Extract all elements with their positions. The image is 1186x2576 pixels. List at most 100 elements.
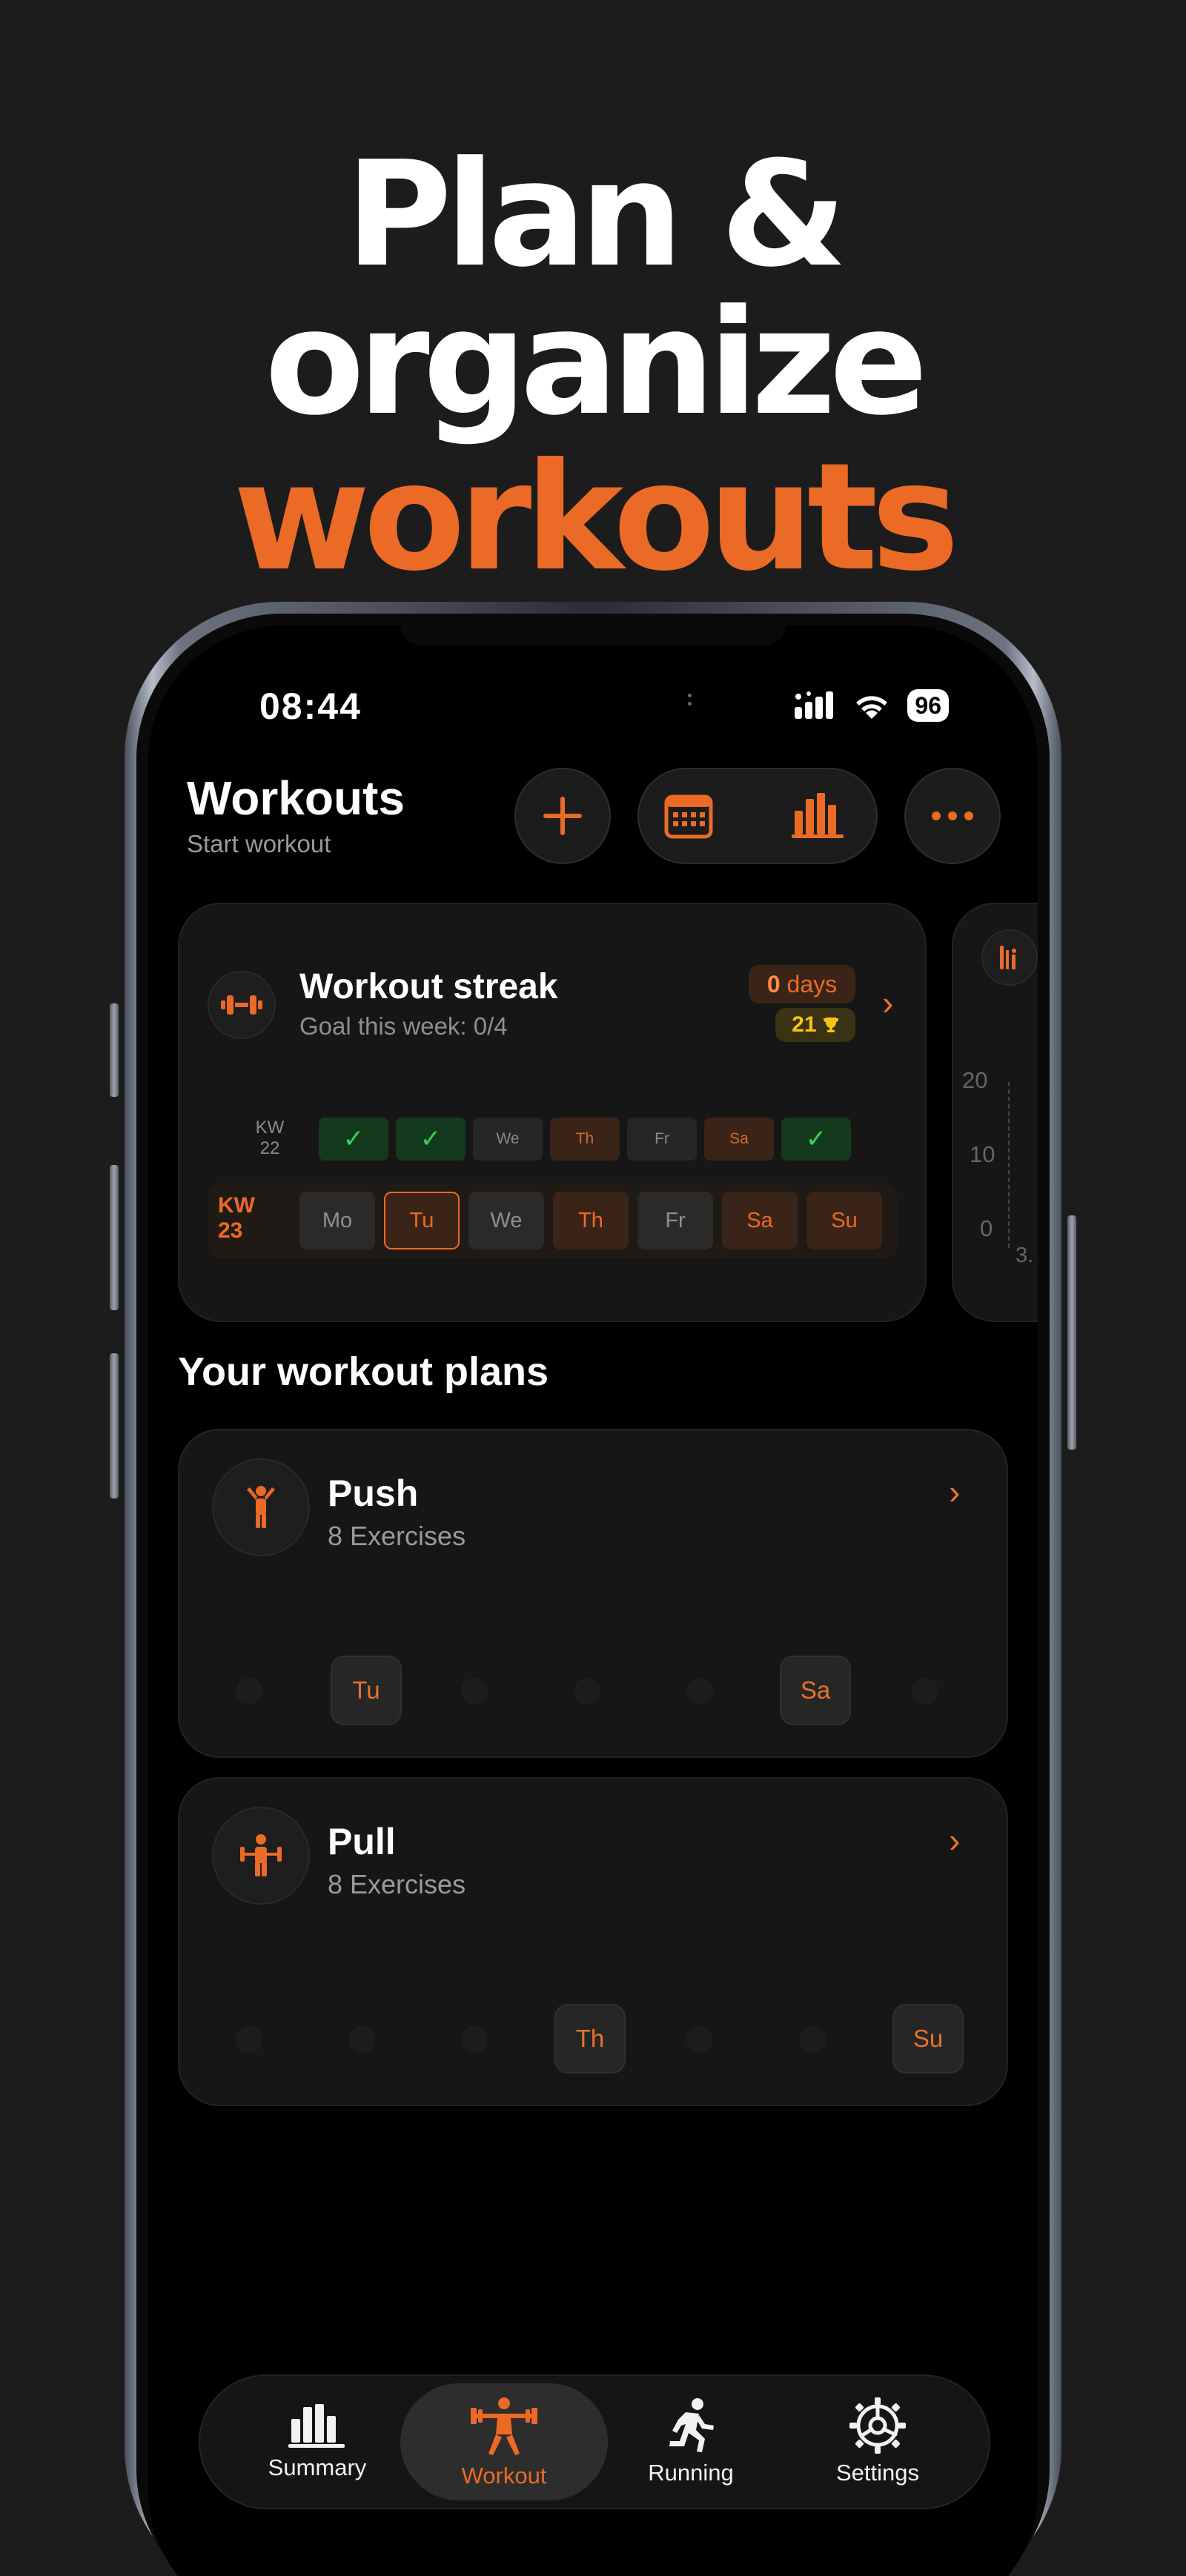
- peek-tick-20: 20: [962, 1067, 988, 1093]
- volume-up-button: [110, 1165, 119, 1310]
- best-streak-badge: 21: [775, 1008, 855, 1042]
- plan-icon-circle: [212, 1458, 310, 1556]
- marketing-headline: Plan & organize workouts: [0, 141, 1186, 596]
- peek-tail-label: 3.: [1016, 1244, 1034, 1267]
- tab-summary[interactable]: Summary: [213, 2383, 421, 2500]
- page-subtitle[interactable]: Start workout: [187, 830, 331, 858]
- prev-week-day-su: ✓: [781, 1118, 851, 1161]
- volume-down-button: [110, 1353, 119, 1498]
- phone-screen: 08:44 96 Workouts Start workout Workout …: [148, 625, 1038, 2576]
- action-button: [110, 1003, 119, 1097]
- streak-days-count: 0: [766, 970, 781, 997]
- power-button: [1067, 1215, 1076, 1450]
- headline-line-2: workouts: [233, 431, 960, 604]
- plan-day-th: Th: [554, 2004, 626, 2074]
- peek-icon-circle: [981, 929, 1038, 986]
- status-icons: 96: [795, 685, 949, 726]
- workout-plan-card-push[interactable]: Push 8 Exercises › Tu Sa: [178, 1429, 1008, 1758]
- peek-tick-0: 0: [980, 1215, 993, 1241]
- current-week-day-su: Su: [806, 1192, 882, 1249]
- current-week-label-bottom: 23: [218, 1218, 243, 1243]
- tab-settings-label: Settings: [835, 2460, 919, 2486]
- gear-icon: [849, 2397, 906, 2454]
- prev-week-day-sa: Sa: [704, 1118, 774, 1161]
- streak-chevron-icon: ›: [882, 983, 894, 1022]
- prev-week-day-we: We: [473, 1118, 543, 1161]
- barbell-icon: [1000, 946, 1016, 969]
- current-week-row: KW 23 Mo Tu We Th Fr Sa Su: [208, 1183, 897, 1258]
- tab-settings[interactable]: Settings: [774, 2383, 981, 2500]
- plan-exercise-count: 8 Exercises: [328, 1521, 466, 1551]
- plan-day-empty: [461, 2026, 488, 2053]
- plan-chevron-icon: ›: [949, 1473, 961, 1511]
- plan-chevron-icon: ›: [949, 1821, 961, 1859]
- plan-day-empty: [348, 2026, 375, 2053]
- headline-line-1: Plan & organize: [265, 130, 928, 448]
- view-toggle-group: [637, 768, 878, 864]
- plus-icon: [543, 797, 582, 835]
- workout-streak-card[interactable]: Workout streak Goal this week: 0/4 0 day…: [178, 903, 927, 1322]
- plan-day-empty: [799, 2026, 826, 2053]
- weightlifter-icon: [471, 2397, 537, 2455]
- tab-summary-label: Summary: [268, 2454, 367, 2480]
- plan-icon-circle: [212, 1807, 310, 1905]
- prev-week-day-th: Th: [550, 1118, 620, 1161]
- tab-running[interactable]: Running: [587, 2383, 795, 2500]
- plan-day-empty: [236, 1678, 262, 1704]
- signal-icon: [795, 691, 834, 719]
- wifi-icon: [856, 696, 888, 719]
- plan-day-empty: [686, 1678, 713, 1704]
- current-week-day-th: Th: [553, 1192, 629, 1249]
- plan-name: Pull: [328, 1821, 396, 1862]
- peek-axis: [1008, 1082, 1010, 1248]
- plan-day-empty: [574, 1678, 600, 1704]
- statistics-button[interactable]: [792, 790, 845, 843]
- plan-day-su: Su: [892, 2004, 964, 2074]
- peek-tick-10: 10: [970, 1141, 995, 1167]
- plan-day-empty: [912, 1678, 938, 1704]
- current-week-day-we: We: [468, 1192, 544, 1249]
- pull-exercise-icon: [240, 1834, 282, 1876]
- current-week-day-fr: Fr: [637, 1192, 713, 1249]
- battery-indicator: 96: [907, 689, 949, 722]
- bar-chart-icon: [288, 2404, 345, 2448]
- tab-workout[interactable]: Workout: [400, 2383, 608, 2500]
- push-exercise-icon: [247, 1486, 275, 1528]
- tab-running-label: Running: [648, 2460, 734, 2486]
- tab-bar: Summary Workout Running Settings: [199, 2374, 990, 2509]
- plan-day-sa: Sa: [780, 1656, 851, 1725]
- add-workout-button[interactable]: [514, 768, 611, 864]
- more-options-button[interactable]: [904, 768, 1001, 864]
- prev-week-day-fr: Fr: [627, 1118, 697, 1161]
- tab-workout-label: Workout: [461, 2463, 547, 2489]
- status-time: 08:44: [259, 686, 362, 727]
- prev-week-label: KW 22: [254, 1118, 286, 1159]
- current-week-label-top: KW: [218, 1193, 255, 1218]
- plan-day-empty: [461, 1678, 488, 1704]
- runner-icon: [669, 2398, 714, 2452]
- streak-days-badge: 0 days: [749, 965, 855, 1003]
- current-week-label: KW 23: [218, 1193, 255, 1244]
- best-streak-value: 21: [792, 1012, 817, 1037]
- privacy-dots: [688, 694, 692, 710]
- more-icon: [932, 811, 973, 820]
- trophy-icon: [823, 1018, 838, 1032]
- notch: [400, 625, 786, 645]
- streak-days-unit: days: [786, 970, 838, 997]
- prev-week-label-bottom: 22: [259, 1138, 280, 1158]
- current-week-day-tu: Tu: [384, 1192, 460, 1249]
- calendar-button[interactable]: [664, 791, 713, 843]
- prev-week-day-tu: ✓: [396, 1118, 466, 1161]
- plan-name: Push: [328, 1473, 419, 1514]
- streak-goal: Goal this week: 0/4: [299, 1012, 508, 1040]
- prev-week-day-mo: ✓: [319, 1118, 388, 1161]
- stats-card-peek[interactable]: 20 10 0 3.: [952, 903, 1038, 1322]
- workout-plans-title: Your workout plans: [178, 1350, 549, 1394]
- workout-plan-card-pull[interactable]: Pull 8 Exercises › Th Su: [178, 1777, 1008, 2106]
- prev-week-label-top: KW: [255, 1118, 285, 1138]
- calendar-icon: [664, 794, 713, 839]
- current-week-day-mo: Mo: [299, 1192, 375, 1249]
- plan-exercise-count: 8 Exercises: [328, 1869, 466, 1899]
- plan-day-tu: Tu: [331, 1656, 402, 1725]
- streak-icon-circle: [208, 971, 276, 1039]
